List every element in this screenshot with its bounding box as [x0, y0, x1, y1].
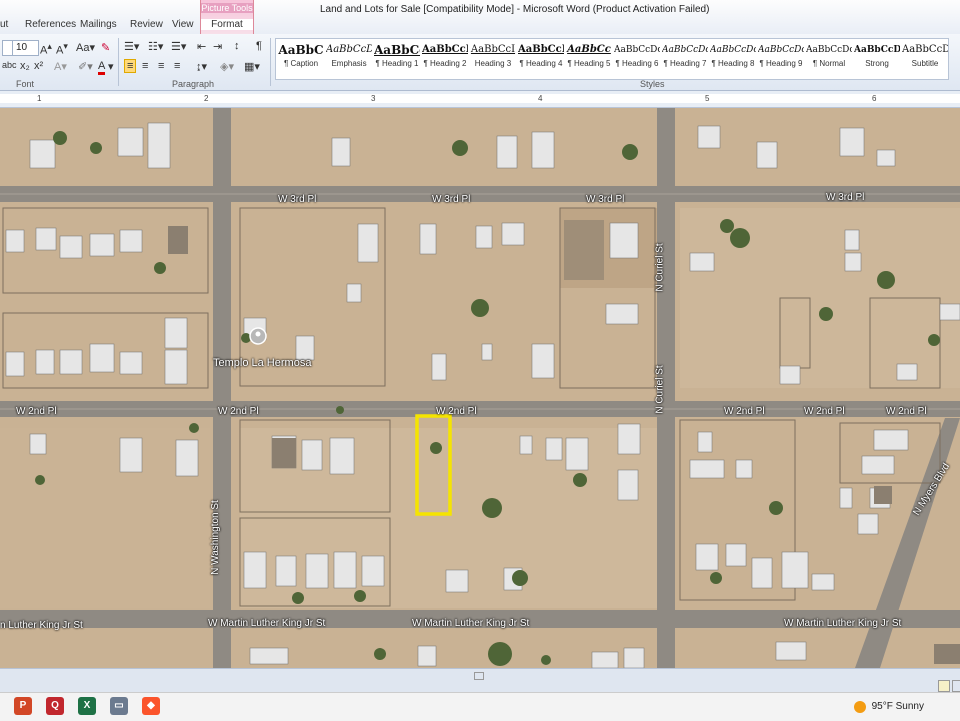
scroll-grip-icon[interactable]: [474, 672, 484, 680]
street-label-curiel: N Curiel St: [654, 243, 666, 292]
clear-formatting-icon[interactable]: ✎: [101, 41, 110, 54]
styles-gallery: AaBbC ¶ Caption AaBbCcDc Emphasis AaBbCc…: [275, 38, 949, 80]
ribbon: 10 A▴ A▾ Aa▾ ✎ abc x₂ x² A▾ ✐▾ A ▾ Font …: [0, 34, 960, 91]
change-case-icon[interactable]: Aa▾: [76, 41, 95, 54]
style-heading-2[interactable]: AaBbCcI ¶ Heading 2: [422, 41, 468, 77]
shading-icon[interactable]: ◈▾: [220, 60, 234, 73]
street-label-w2nd: W 2nd Pl: [724, 406, 765, 417]
title-bar: ut References Mailings Review View Pictu…: [0, 0, 960, 35]
font-size-box[interactable]: 10: [12, 40, 39, 56]
style-emphasis[interactable]: AaBbCcDc Emphasis: [326, 41, 372, 77]
street-label-w2nd: W 2nd Pl: [16, 406, 57, 417]
tab-layout[interactable]: ut: [0, 19, 8, 30]
align-center-icon[interactable]: ≡: [142, 60, 148, 72]
document-title: Land and Lots for Sale [Compatibility Mo…: [320, 4, 710, 15]
ruler-track: 1 2 3 4 5 6: [0, 94, 960, 103]
font-color-icon[interactable]: A: [98, 60, 106, 75]
style-heading-7[interactable]: AaBbCcDc ¶ Heading 7: [662, 41, 708, 77]
poi-label[interactable]: Templo La Hermosa: [213, 357, 311, 369]
tab-references[interactable]: References: [25, 19, 76, 30]
picture-tools-label: Picture Tools: [201, 3, 253, 13]
street-label-w2nd: W 2nd Pl: [436, 406, 477, 417]
divider: [118, 38, 119, 86]
text-effects-icon[interactable]: A▾: [54, 60, 67, 73]
bullets-icon[interactable]: ☰▾: [124, 40, 139, 53]
status-bar: [0, 668, 960, 693]
superscript-icon[interactable]: x²: [34, 60, 43, 72]
style-heading-8[interactable]: AaBbCcDc ¶ Heading 8: [710, 41, 756, 77]
subscript-icon[interactable]: x₂: [20, 60, 30, 72]
powerpoint-icon[interactable]: P: [14, 697, 32, 715]
street-label-w3rd: W 3rd Pl: [278, 194, 317, 205]
ruler-number: 6: [872, 94, 877, 103]
ruler-number: 5: [705, 94, 710, 103]
style-heading-1[interactable]: AaBbCc ¶ Heading 1: [374, 41, 420, 77]
brave-browser-icon[interactable]: ◆: [142, 697, 160, 715]
satellite-map-image[interactable]: W 3rd Pl W 3rd Pl W 3rd Pl W 3rd Pl W 2n…: [0, 108, 960, 668]
styles-group-label: Styles: [640, 79, 665, 89]
show-marks-icon[interactable]: ¶: [256, 40, 262, 52]
style-caption[interactable]: AaBbC ¶ Caption: [278, 41, 324, 77]
style-strong[interactable]: AaBbCcDd Strong: [854, 41, 900, 77]
street-label-mlk: W Martin Luther King Jr St: [208, 618, 326, 629]
weather-widget[interactable]: 95°F Sunny: [872, 701, 924, 712]
street-label-mlk: W Martin Luther King Jr St: [412, 618, 530, 629]
horizontal-ruler[interactable]: 1 2 3 4 5 6: [0, 91, 960, 108]
view-print-layout-icon[interactable]: [938, 680, 950, 692]
style-heading-9[interactable]: AaBbCcDc ¶ Heading 9: [758, 41, 804, 77]
quicken-icon[interactable]: Q: [46, 697, 64, 715]
style-normal[interactable]: AaBbCcDc ¶ Normal: [806, 41, 852, 77]
sun-icon: [854, 701, 866, 713]
style-heading-6[interactable]: AaBbCcDc ¶ Heading 6: [614, 41, 660, 77]
justify-icon[interactable]: ≡: [174, 60, 180, 72]
tab-review[interactable]: Review: [130, 19, 163, 30]
grow-font-icon[interactable]: A▴: [40, 41, 52, 57]
style-subtitle[interactable]: AaBbCcD Subtitle: [902, 41, 948, 77]
tab-format[interactable]: Format: [201, 19, 253, 30]
street-label-mlk: W Martin Luther King Jr St: [784, 618, 902, 629]
remote-desktop-icon[interactable]: ▭: [110, 697, 128, 715]
multilevel-list-icon[interactable]: ☰▾: [171, 40, 186, 53]
street-label-w3rd: W 3rd Pl: [586, 194, 625, 205]
street-label-w3rd: W 3rd Pl: [432, 194, 471, 205]
line-spacing-icon[interactable]: ↨▾: [196, 60, 207, 73]
tab-mailings[interactable]: Mailings: [80, 19, 117, 30]
tab-view[interactable]: View: [172, 19, 194, 30]
excel-icon[interactable]: X: [78, 697, 96, 715]
ruler-number: 4: [538, 94, 543, 103]
increase-indent-icon[interactable]: ⇥: [213, 40, 222, 53]
style-heading-4[interactable]: AaBbCcI ¶ Heading 4: [518, 41, 564, 77]
strikethrough-icon[interactable]: abc: [2, 60, 17, 70]
style-heading-3[interactable]: AaBbCcI Heading 3: [470, 41, 516, 77]
street-label-curiel: N Curiel St: [654, 365, 666, 414]
style-heading-5[interactable]: AaBbCc ¶ Heading 5: [566, 41, 612, 77]
taskbar: P Q X ▭ ◆ 95°F Sunny: [0, 692, 960, 721]
street-label-washington: N Washington St: [209, 500, 221, 575]
picture-tools-group: Picture Tools Format: [200, 0, 254, 34]
street-label-mlk: n Luther King Jr St: [0, 620, 83, 631]
street-label-w2nd: W 2nd Pl: [218, 406, 259, 417]
shrink-font-icon[interactable]: A▾: [56, 41, 68, 57]
street-label-w3rd: W 3rd Pl: [826, 192, 865, 203]
numbering-icon[interactable]: ☷▾: [148, 40, 163, 53]
font-group-label: Font: [16, 79, 35, 89]
street-label-w2nd: W 2nd Pl: [886, 406, 927, 417]
ruler-number: 1: [37, 94, 42, 103]
sort-icon[interactable]: ↕: [234, 40, 240, 52]
align-left-icon[interactable]: ≡: [124, 59, 137, 73]
borders-icon[interactable]: ▦▾: [244, 60, 260, 73]
ruler-number: 3: [371, 94, 376, 103]
ruler-number: 2: [204, 94, 209, 103]
align-right-icon[interactable]: ≡: [158, 60, 164, 72]
street-label-w2nd: W 2nd Pl: [804, 406, 845, 417]
paragraph-group-label: Paragraph: [172, 79, 215, 89]
divider: [270, 38, 271, 86]
font-color-dropdown-icon[interactable]: ▾: [108, 60, 114, 73]
view-full-screen-icon[interactable]: [952, 680, 960, 692]
decrease-indent-icon[interactable]: ⇤: [197, 40, 206, 53]
map-graphic: [0, 108, 960, 668]
highlight-icon[interactable]: ✐▾: [78, 60, 93, 73]
